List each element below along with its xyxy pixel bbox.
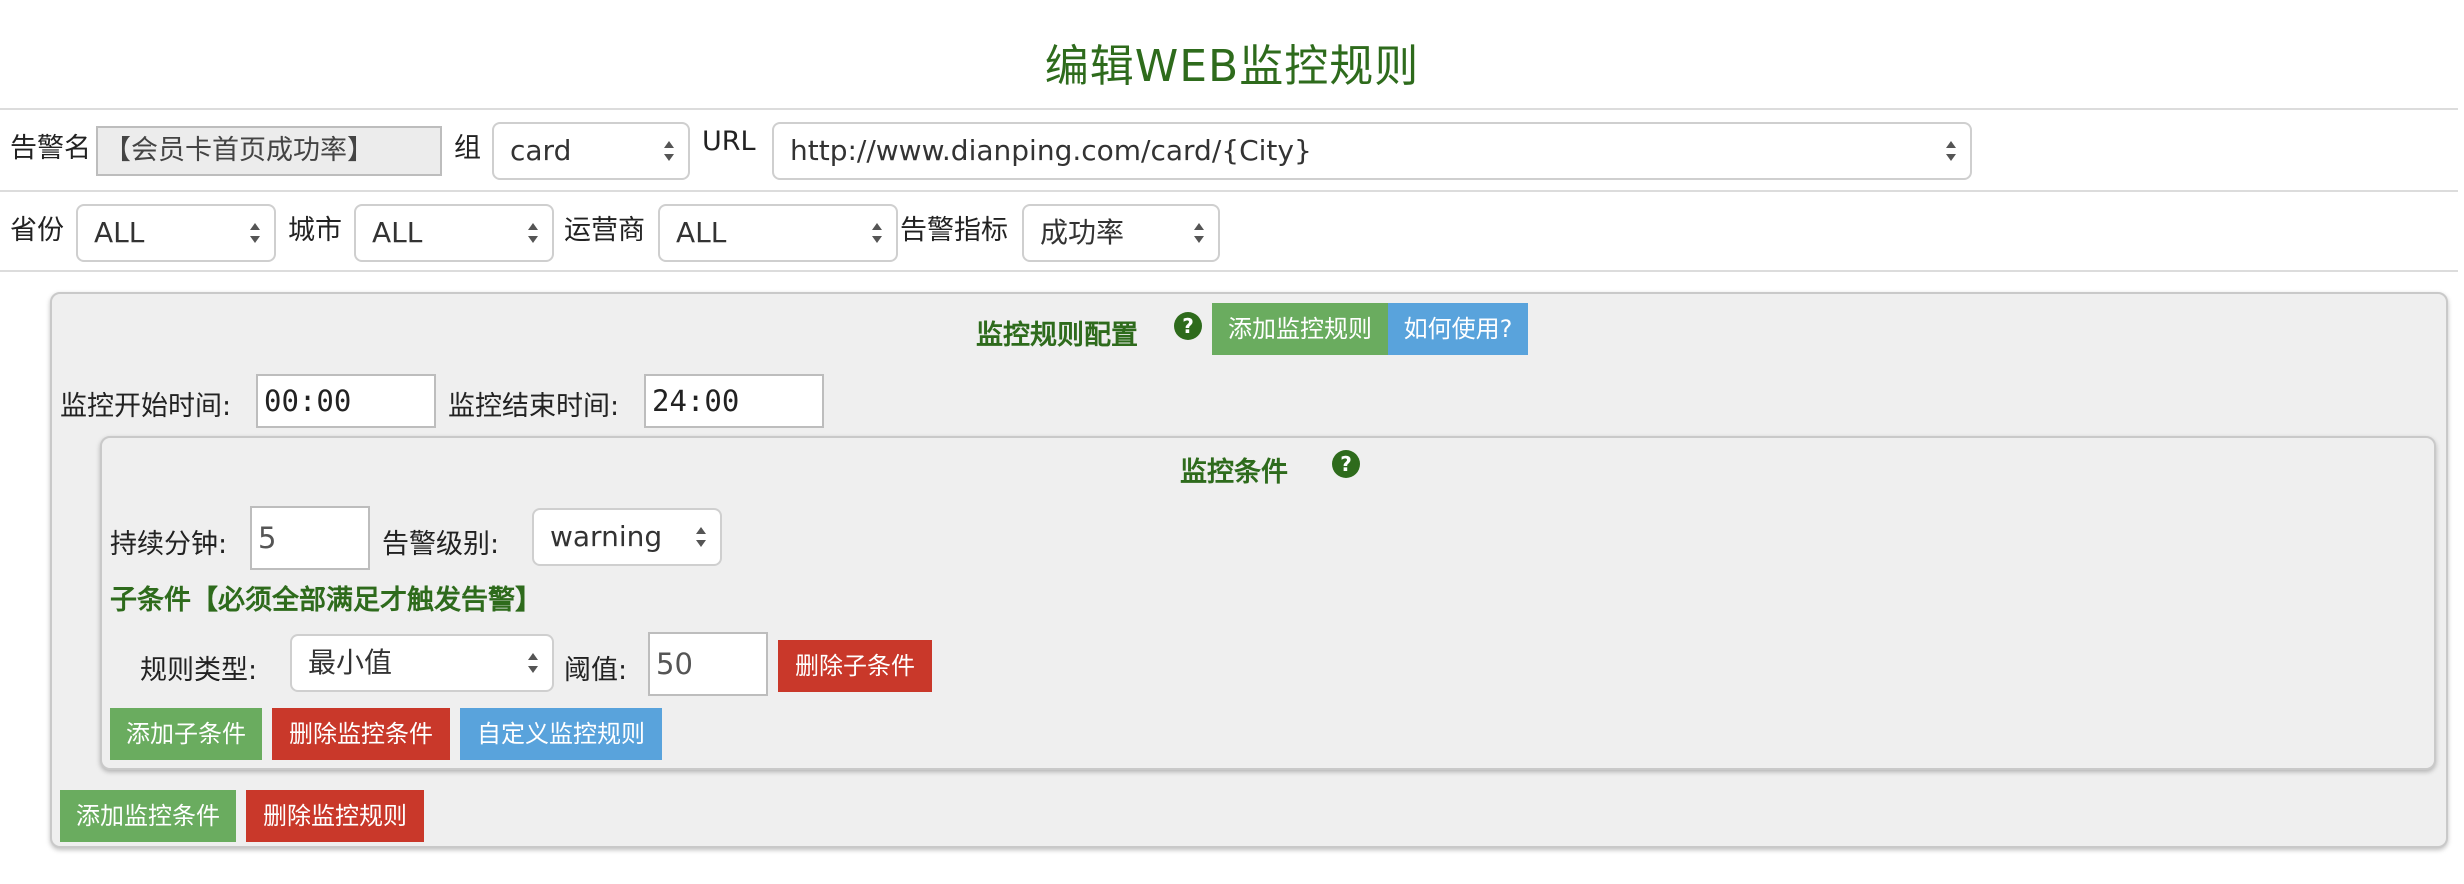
province-select[interactable]: ALL	[76, 204, 276, 262]
rule-type-label: 规则类型:	[140, 655, 258, 686]
delete-condition-button[interactable]: 删除监控条件	[272, 708, 450, 760]
page-title: 编辑WEB监控规则	[1044, 41, 1420, 92]
level-select-value: warning	[550, 520, 663, 553]
threshold-label: 阈值:	[564, 655, 628, 686]
end-time-label: 监控结束时间:	[448, 391, 620, 422]
select-arrows-icon	[870, 219, 884, 247]
end-time-input[interactable]: 24:00	[644, 374, 824, 428]
add-rule-button[interactable]: 添加监控规则	[1212, 303, 1388, 355]
level-label: 告警级别:	[382, 529, 500, 560]
add-condition-button[interactable]: 添加监控条件	[60, 790, 236, 842]
subcondition-title: 子条件【必须全部满足才触发告警】	[110, 585, 542, 616]
select-arrows-icon	[1192, 219, 1206, 247]
delete-subcondition-button[interactable]: 删除子条件	[778, 640, 932, 692]
carrier-select[interactable]: ALL	[658, 204, 898, 262]
province-select-value: ALL	[94, 216, 145, 249]
condition-title: 监控条件	[1180, 457, 1288, 488]
start-time-label: 监控开始时间:	[60, 391, 232, 422]
delete-rule-button[interactable]: 删除监控规则	[246, 790, 424, 842]
group-label: 组	[454, 133, 481, 164]
select-arrows-icon	[662, 137, 676, 165]
select-arrows-icon	[248, 219, 262, 247]
rule-config-title: 监控规则配置	[976, 320, 1138, 351]
rule-type-select-value: 最小值	[308, 646, 393, 679]
alert-name-label: 告警名	[10, 133, 91, 164]
duration-input[interactable]: 5	[250, 506, 370, 570]
help-icon[interactable]: ?	[1332, 450, 1360, 478]
group-select[interactable]: card	[492, 122, 690, 180]
carrier-label: 运营商	[564, 215, 645, 246]
metric-label: 告警指标	[900, 215, 1008, 246]
city-select[interactable]: ALL	[354, 204, 554, 262]
province-label: 省份	[10, 215, 64, 246]
group-select-value: card	[510, 134, 572, 167]
select-arrows-icon	[526, 219, 540, 247]
select-arrows-icon	[694, 523, 708, 551]
duration-label: 持续分钟:	[110, 529, 228, 560]
url-select-value: http://www.dianping.com/card/{City}	[790, 134, 1312, 167]
url-select[interactable]: http://www.dianping.com/card/{City}	[772, 122, 1972, 180]
threshold-input[interactable]: 50	[648, 632, 768, 696]
custom-rule-button[interactable]: 自定义监控规则	[460, 708, 662, 760]
alert-name-field[interactable]: 【会员卡首页成功率】	[96, 126, 442, 176]
city-select-value: ALL	[372, 216, 423, 249]
level-select[interactable]: warning	[532, 508, 722, 566]
select-arrows-icon	[526, 649, 540, 677]
filter-row-1: 告警名 【会员卡首页成功率】 组 card URL http://www.dia…	[0, 108, 2458, 190]
carrier-select-value: ALL	[676, 216, 727, 249]
rule-type-select[interactable]: 最小值	[290, 634, 554, 692]
url-label: URL	[702, 126, 756, 157]
how-to-use-button[interactable]: 如何使用?	[1388, 303, 1528, 355]
start-time-input[interactable]: 00:00	[256, 374, 436, 428]
select-arrows-icon	[1944, 137, 1958, 165]
metric-select-value: 成功率	[1040, 216, 1125, 249]
add-subcondition-button[interactable]: 添加子条件	[110, 708, 262, 760]
city-label: 城市	[288, 215, 342, 246]
help-icon[interactable]: ?	[1174, 312, 1202, 340]
filter-row-2: 省份 ALL 城市 ALL 运营商 ALL 告警指标 成功率	[0, 190, 2458, 272]
metric-select[interactable]: 成功率	[1022, 204, 1220, 262]
